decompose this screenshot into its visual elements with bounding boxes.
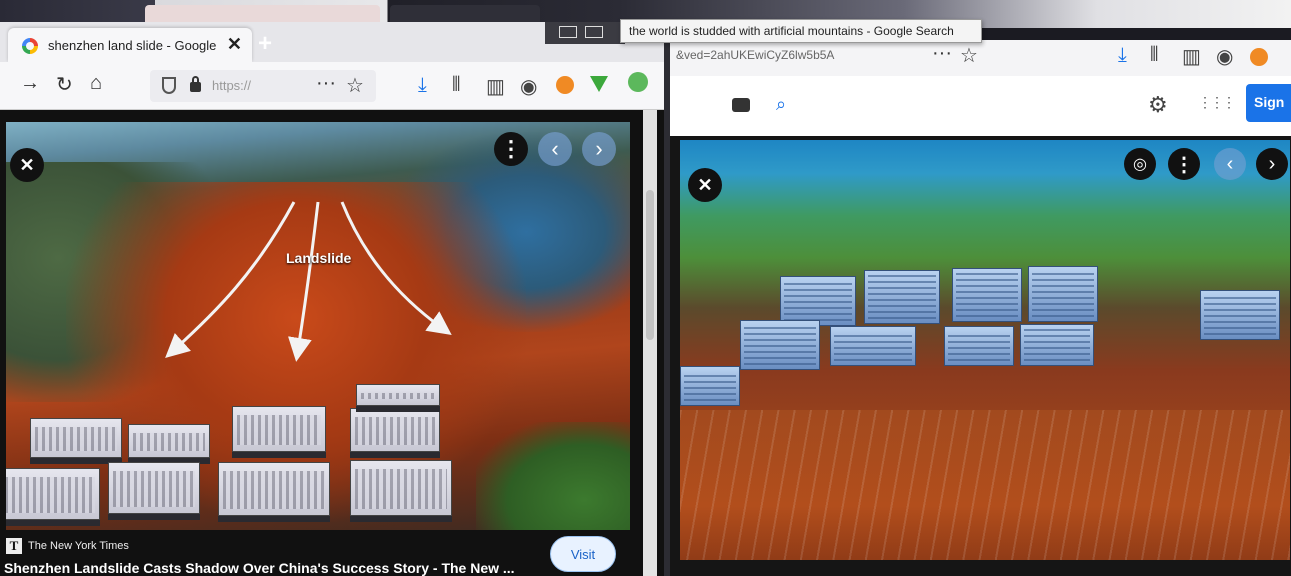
visit-button[interactable]: Visit	[550, 536, 616, 572]
source-name[interactable]: The New York Times	[28, 540, 129, 552]
right-browser-window: &ved=2ahUKEwiCyZ6lw5b5A ··· ☆ ⤓ ⫴ ▥ ◉ ⌕ …	[670, 40, 1291, 576]
page-actions-icon[interactable]: ···	[316, 72, 336, 95]
camera-search-icon[interactable]	[732, 98, 750, 112]
building	[952, 268, 1022, 322]
nav-toolbar: → ↻ ⌂ https:// ··· ☆ ⤓ ⫴ ▥ ◉	[0, 62, 664, 110]
library-icon[interactable]: ⫴	[1150, 44, 1158, 67]
building	[30, 418, 122, 458]
factory-field-photo[interactable]: ✕ ◎ ⋮ ‹ ›	[680, 140, 1290, 560]
building	[1200, 290, 1280, 340]
building	[6, 468, 100, 520]
maximize-icon[interactable]	[585, 26, 603, 38]
nyt-logo-icon: T	[6, 538, 22, 554]
more-options-icon[interactable]: ⋮	[494, 132, 528, 166]
image-headline[interactable]: Shenzhen Landslide Casts Shadow Over Chi…	[4, 560, 515, 576]
extension-icon[interactable]	[556, 76, 574, 94]
settings-gear-icon[interactable]: ⚙	[1148, 92, 1168, 118]
account-icon[interactable]: ◉	[520, 74, 537, 99]
extension-icon[interactable]	[1250, 48, 1268, 66]
url-text[interactable]: https://	[212, 78, 251, 93]
download-icon[interactable]: ⤓	[1118, 44, 1127, 67]
building	[680, 366, 740, 406]
next-image-icon[interactable]: ›	[582, 132, 616, 166]
apps-grid-icon[interactable]: ⋮⋮⋮	[1198, 94, 1236, 111]
sidebar-icon[interactable]: ▥	[1182, 44, 1201, 69]
google-favicon-icon	[22, 38, 38, 54]
photo-dirt-field	[680, 410, 1290, 560]
tab-close-icon[interactable]: ✕	[227, 34, 242, 55]
reload-icon[interactable]: ↻	[56, 72, 73, 97]
building	[1020, 324, 1094, 366]
next-image-icon[interactable]: ›	[1256, 148, 1288, 180]
building	[864, 270, 940, 324]
bookmark-star-icon[interactable]: ☆	[346, 73, 364, 98]
minimize-icon[interactable]	[559, 26, 577, 38]
landslide-label: Landslide	[286, 250, 352, 266]
menu-update-icon[interactable]	[628, 72, 648, 92]
page-actions-icon[interactable]: ···	[932, 42, 952, 65]
lens-search-icon[interactable]: ◎	[1124, 148, 1156, 180]
previous-image-icon[interactable]: ‹	[1214, 148, 1246, 180]
building	[1028, 266, 1098, 322]
url-bar[interactable]: https:// ··· ☆	[150, 70, 376, 102]
account-icon[interactable]: ◉	[1216, 44, 1233, 69]
window-controls	[545, 22, 625, 44]
download-extension-icon[interactable]	[590, 76, 608, 92]
tab-shenzhen-land-slide[interactable]: shenzhen land slide - Google S ✕	[8, 28, 252, 62]
building	[356, 384, 440, 406]
scrollbar-thumb[interactable]	[646, 190, 654, 340]
scrollbar[interactable]	[643, 110, 657, 576]
left-browser-window: shenzhen land slide - Google S ✕ + → ↻ ⌂…	[0, 22, 664, 576]
building	[108, 462, 200, 514]
building	[740, 320, 820, 370]
building	[944, 326, 1014, 366]
download-icon[interactable]: ⤓	[418, 74, 427, 97]
home-icon[interactable]: ⌂	[90, 72, 102, 95]
sidebar-icon[interactable]: ▥	[486, 74, 505, 99]
close-viewer-icon[interactable]: ✕	[688, 168, 722, 202]
building	[350, 460, 452, 516]
tab-title: shenzhen land slide - Google S	[48, 38, 218, 53]
building	[128, 424, 210, 458]
right-url-text[interactable]: &ved=2ahUKEwiCyZ6lw5b5A	[676, 48, 834, 62]
screen: shenzhen land slide - Google S ✕ + → ↻ ⌂…	[0, 0, 1291, 576]
previous-image-icon[interactable]: ‹	[538, 132, 572, 166]
shield-icon[interactable]	[162, 77, 176, 94]
back-icon[interactable]: →	[20, 72, 40, 95]
building	[232, 406, 326, 452]
landslide-photo[interactable]: Landslide ✕ ⋮ ‹ ›	[6, 122, 630, 530]
search-icon[interactable]: ⌕	[776, 94, 786, 115]
sign-in-button[interactable]: Sign	[1246, 84, 1291, 122]
lock-icon[interactable]	[190, 76, 201, 92]
close-viewer-icon[interactable]: ✕	[10, 148, 44, 182]
bookmark-star-icon[interactable]: ☆	[960, 43, 978, 68]
library-icon[interactable]: ⫴	[452, 74, 460, 97]
building	[780, 276, 856, 326]
tab-tooltip: the world is studded with artificial mou…	[620, 19, 982, 43]
new-tab-icon[interactable]: +	[258, 30, 272, 58]
tab-strip: shenzhen land slide - Google S ✕ +	[0, 22, 664, 62]
building	[218, 462, 330, 516]
right-url-area: &ved=2ahUKEwiCyZ6lw5b5A ··· ☆ ⤓ ⫴ ▥ ◉	[670, 40, 1291, 76]
image-caption: T The New York Times Shenzhen Landslide …	[0, 530, 640, 576]
building	[830, 326, 916, 366]
more-options-icon[interactable]: ⋮	[1168, 148, 1200, 180]
google-search-bar: ⌕ ⚙ ⋮⋮⋮	[670, 76, 1291, 136]
building	[350, 408, 440, 452]
